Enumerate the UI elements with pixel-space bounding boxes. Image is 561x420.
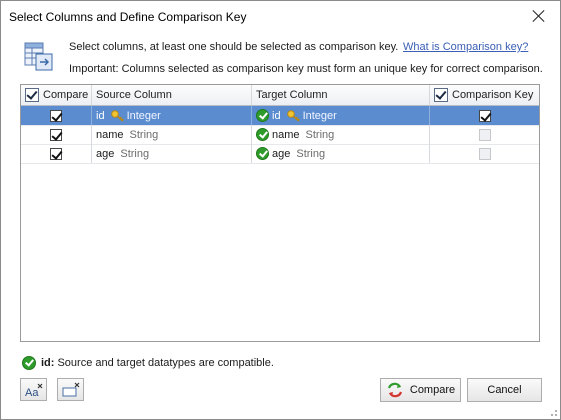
check-circle-icon [256,109,269,122]
source-column-cell: age String [92,144,252,163]
dialog-window: Select Columns and Define Comparison Key… [0,0,561,420]
compare-button-label: Compare [409,384,456,396]
cancel-button-label: Cancel [487,384,522,396]
cancel-button[interactable]: Cancel [467,378,542,402]
compare-checkbox[interactable] [50,147,62,160]
comparison-key-header[interactable]: Comparison Key [430,85,539,105]
target-column-name: name [272,128,300,141]
comparison-key-header-label: Comparison Key [452,89,534,101]
source-column-cell: id Integer [92,106,252,125]
title-bar: Select Columns and Define Comparison Key [1,1,560,31]
check-circle-icon [256,147,269,160]
target-column-cell: id Integer [252,106,430,125]
target-column-header-label: Target Column [256,89,328,101]
columns-table-icon [24,42,53,71]
source-column-cell: name String [92,125,252,144]
compare-arrows-icon [387,382,402,398]
select-all-compare-checkbox[interactable] [25,88,39,102]
target-column-type: Integer [302,109,337,122]
comparison-key-checkbox[interactable] [478,147,491,160]
comparison-key-checkbox[interactable] [478,128,491,141]
case-sensitivity-icon: Aa [25,383,42,398]
info-text: Select columns, at least one should be s… [69,41,399,53]
target-column-cell: name String [252,125,430,144]
grid-header: Compare Source Column Target Column Comp… [21,85,539,106]
resize-grip-icon[interactable] [548,407,558,417]
source-column-name: name [96,128,124,141]
status-column-name: id: [41,357,55,369]
target-column-name: id [272,109,281,122]
source-column-header[interactable]: Source Column [92,85,252,105]
table-row[interactable]: age String age String [21,144,539,164]
source-column-type: String [120,147,150,160]
svg-text:Aa: Aa [25,387,39,398]
clear-icon [62,382,79,396]
window-title: Select Columns and Define Comparison Key [9,10,247,24]
table-row[interactable]: name String name String [21,125,539,145]
check-circle-icon [256,128,269,141]
target-column-type: String [296,147,326,160]
compare-checkbox[interactable] [50,128,62,141]
source-column-name: age [96,147,115,160]
compare-header[interactable]: Compare [21,85,92,105]
key-icon [110,109,124,122]
columns-grid: Compare Source Column Target Column Comp… [20,84,540,342]
target-column-cell: age String [252,144,430,163]
comparison-key-checkbox[interactable] [478,109,491,122]
target-column-type: String [305,128,335,141]
source-column-type: Integer [126,109,161,122]
source-column-type: String [129,128,159,141]
clear-button[interactable] [57,378,84,401]
case-sensitivity-button[interactable]: Aa [20,378,47,401]
target-column-name: age [272,147,291,160]
compare-header-label: Compare [43,89,89,101]
select-all-key-checkbox[interactable] [434,88,448,102]
key-icon [286,109,300,122]
status-text: Source and target datatypes are compatib… [57,357,274,369]
source-column-name: id [96,109,105,122]
check-circle-icon [22,356,36,370]
compare-button[interactable]: Compare [380,378,461,402]
table-row[interactable]: id Integer id Integer [21,106,539,126]
close-icon[interactable] [530,7,548,25]
compare-checkbox[interactable] [50,109,62,122]
source-column-header-label: Source Column [96,89,172,101]
target-column-header[interactable]: Target Column [252,85,430,105]
important-note: Important: Columns selected as compariso… [69,63,543,75]
status-message: id: Source and target datatypes are comp… [22,356,274,370]
comparison-key-help-link[interactable]: What is Comparison key? [403,41,528,53]
